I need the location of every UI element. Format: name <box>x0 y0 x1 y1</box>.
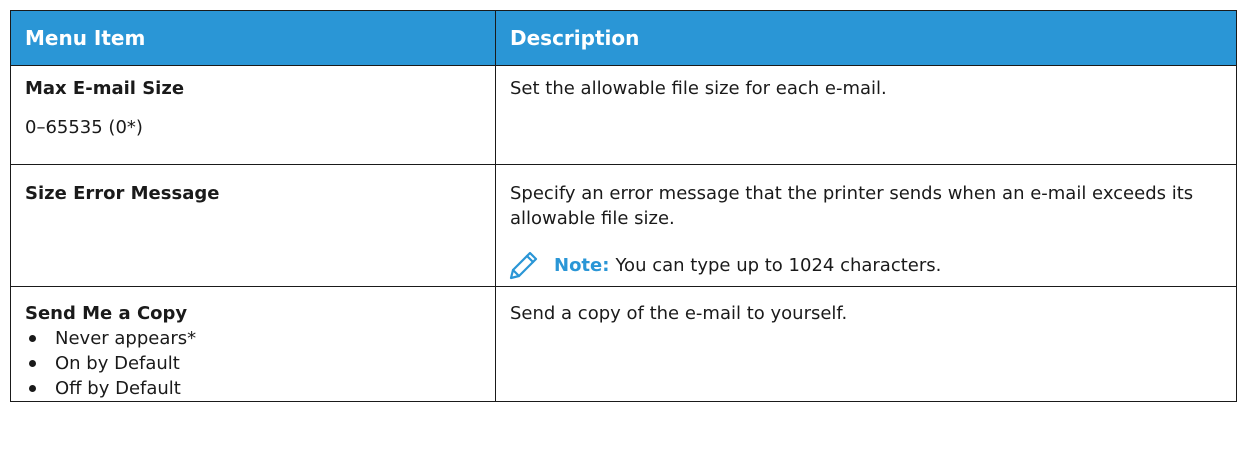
menu-item-cell: Max E-mail Size 0–65535 (0*) <box>10 65 496 165</box>
table-row: Send Me a Copy Never appears* On by Defa… <box>10 286 1237 402</box>
table-row: Size Error Message Specify an error mess… <box>10 164 1237 287</box>
list-item: On by Default <box>25 351 481 376</box>
menu-item-name: Send Me a Copy <box>25 303 188 324</box>
column-header-description: Description <box>495 10 1237 66</box>
menu-item-cell: Size Error Message <box>10 164 496 287</box>
column-header-menu-item: Menu Item <box>10 10 496 66</box>
option-list: Never appears* On by Default Off by Defa… <box>25 326 481 401</box>
table-row: Max E-mail Size 0–65535 (0*) Set the all… <box>10 65 1237 165</box>
description-cell: Send a copy of the e-mail to yourself. <box>495 286 1237 402</box>
note-label: Note: <box>554 254 610 276</box>
description-text: Specify an error message that the printe… <box>510 183 1194 229</box>
description-cell: Specify an error message that the printe… <box>495 164 1237 287</box>
menu-item-name: Max E-mail Size <box>25 78 185 99</box>
list-item: Never appears* <box>25 326 481 351</box>
menu-item-value: 0–65535 (0*) <box>25 117 143 138</box>
note-text: You can type up to 1024 characters. <box>615 254 942 276</box>
description-text: Send a copy of the e-mail to yourself. <box>510 303 848 324</box>
note: Note: You can type up to 1024 characters… <box>502 245 1222 285</box>
menu-table: Menu Item Description Max E-mail Size 0–… <box>10 10 1237 402</box>
menu-item-name: Size Error Message <box>25 183 220 204</box>
description-text: Set the allowable file size for each e-m… <box>510 78 887 99</box>
description-cell: Set the allowable file size for each e-m… <box>495 65 1237 165</box>
table-header-row: Menu Item Description <box>10 10 1237 66</box>
list-item: Off by Default <box>25 376 481 401</box>
pencil-icon <box>509 251 538 280</box>
menu-item-cell: Send Me a Copy Never appears* On by Defa… <box>10 286 496 402</box>
